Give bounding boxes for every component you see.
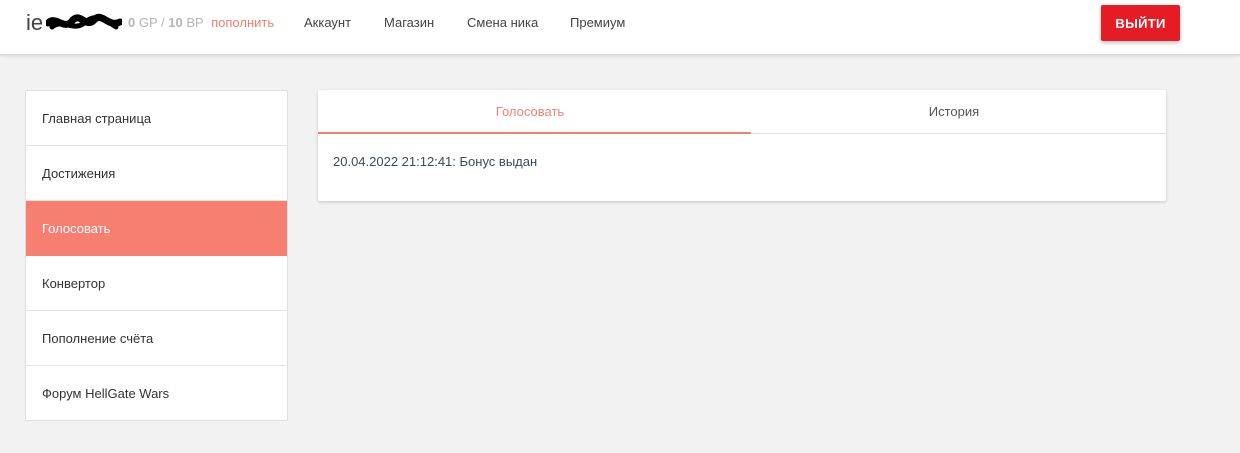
topup-link[interactable]: пополнить <box>211 15 274 30</box>
sidebar-item-achievements[interactable]: Достижения <box>26 146 287 201</box>
sidebar-item-converter[interactable]: Конвертор <box>26 256 287 311</box>
username: ie <box>26 10 44 35</box>
sidebar-item-vote[interactable]: Голосовать <box>26 201 287 256</box>
gp-value: 0 <box>128 15 136 30</box>
balance: 0 GP / 10 BP пополнить <box>128 15 274 30</box>
logout-button[interactable]: ВЫЙТИ <box>1101 5 1180 41</box>
redacted-username-scribble <box>46 13 122 30</box>
nav-premium[interactable]: Премиум <box>570 15 625 30</box>
tab-vote[interactable]: Голосовать <box>318 90 742 133</box>
balance-separator: / <box>161 15 165 30</box>
sidebar: Главная страница Достижения Голосовать К… <box>25 90 288 421</box>
active-tab-indicator <box>318 132 751 134</box>
tab-bar: Голосовать История <box>318 90 1166 134</box>
vote-panel: Голосовать История 20.04.2022 21:12:41: … <box>318 90 1166 201</box>
bp-unit: BP <box>186 15 204 30</box>
nav-account[interactable]: Аккаунт <box>304 15 351 30</box>
history-entry: 20.04.2022 21:12:41: Бонус выдан <box>333 154 538 169</box>
top-bar: ie 0 GP / 10 BP пополнить Аккаунт Магази… <box>0 0 1240 55</box>
sidebar-item-topup[interactable]: Пополнение счёта <box>26 311 287 366</box>
bp-value: 10 <box>168 15 183 30</box>
tab-history[interactable]: История <box>742 90 1166 133</box>
nav-shop[interactable]: Магазин <box>384 15 434 30</box>
sidebar-item-forum[interactable]: Форум HellGate Wars <box>26 366 287 421</box>
nav-change-nick[interactable]: Смена ника <box>467 15 538 30</box>
sidebar-item-home[interactable]: Главная страница <box>26 91 287 146</box>
gp-unit: GP <box>138 15 158 30</box>
